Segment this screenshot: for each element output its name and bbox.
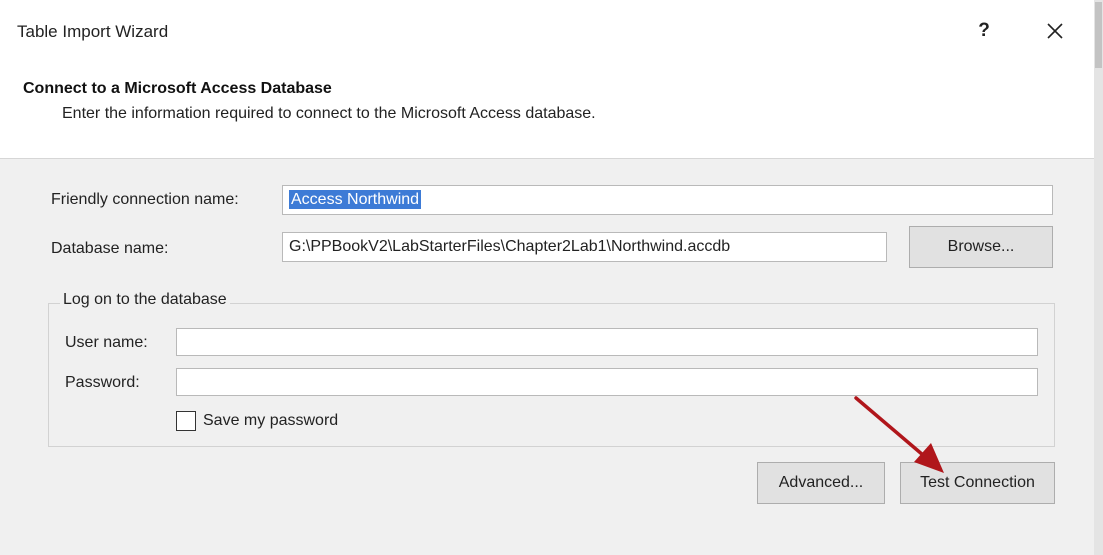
database-name-field[interactable]: G:\PPBookV2\LabStarterFiles\Chapter2Lab1…: [282, 232, 887, 262]
browse-button[interactable]: Browse...: [909, 226, 1053, 268]
table-import-wizard-dialog: Table Import Wizard ? Connect to a Micro…: [0, 0, 1103, 555]
header-title: Connect to a Microsoft Access Database: [23, 80, 332, 97]
scrollbar-thumb[interactable]: [1095, 2, 1102, 68]
username-label: User name:: [65, 334, 148, 351]
title-bar: Table Import Wizard ?: [0, 0, 1103, 62]
save-password-checkbox[interactable]: [176, 411, 196, 431]
advanced-button[interactable]: Advanced...: [757, 462, 885, 504]
wizard-header: Connect to a Microsoft Access Database E…: [0, 62, 1103, 159]
close-button[interactable]: [1038, 14, 1072, 48]
password-label: Password:: [65, 374, 140, 391]
window-title: Table Import Wizard: [17, 22, 169, 41]
friendly-name-label: Friendly connection name:: [51, 191, 239, 208]
password-field[interactable]: [176, 368, 1038, 396]
close-icon: [1047, 23, 1063, 39]
friendly-name-value: Access Northwind: [289, 190, 422, 209]
test-connection-button[interactable]: Test Connection: [900, 462, 1055, 504]
scrollbar-track[interactable]: [1094, 0, 1103, 555]
save-password-label: Save my password: [203, 412, 339, 429]
logon-group-label: Log on to the database: [60, 291, 230, 309]
header-description: Enter the information required to connec…: [62, 105, 596, 122]
help-button[interactable]: ?: [970, 16, 998, 46]
database-name-label: Database name:: [51, 240, 169, 257]
friendly-name-field[interactable]: Access Northwind: [282, 185, 1053, 215]
username-field[interactable]: [176, 328, 1038, 356]
